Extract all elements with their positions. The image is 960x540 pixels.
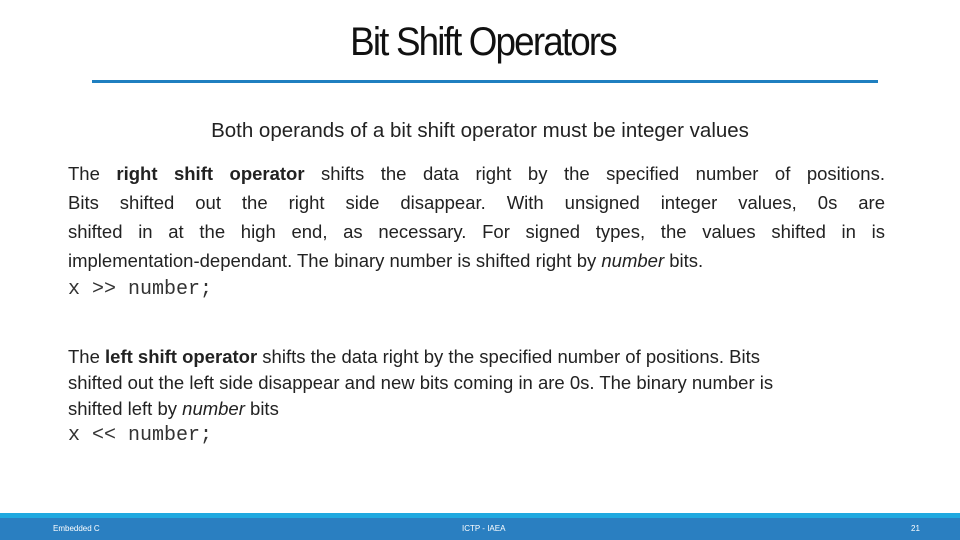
code-right-shift: x >> number; bbox=[68, 278, 213, 301]
text: implementation-dependant. The binary num… bbox=[68, 250, 602, 271]
footer-course: Embedded C bbox=[53, 524, 100, 533]
text: shifts the data right by the specified n… bbox=[304, 163, 885, 184]
left-shift-term: left shift operator bbox=[105, 346, 258, 367]
left-shift-paragraph: The left shift operator shifts the data … bbox=[68, 344, 918, 450]
footer: Embedded C ICTP - IAEA 21 bbox=[0, 518, 960, 540]
text: bits bbox=[244, 398, 279, 419]
code-left-shift: x << number; bbox=[68, 424, 213, 447]
right-shift-paragraph: The right shift operator shifts the data… bbox=[68, 159, 885, 304]
text: The bbox=[68, 346, 106, 367]
slide-subtitle: Both operands of a bit shift operator mu… bbox=[211, 119, 749, 142]
text-line: Bits shifted out the right side disappea… bbox=[68, 192, 885, 213]
text: bits. bbox=[664, 250, 704, 271]
page-number: 21 bbox=[911, 524, 920, 533]
right-shift-term: right shift operator bbox=[116, 163, 305, 184]
italic-term: number bbox=[601, 250, 665, 271]
text: shifts the data right by the specified n… bbox=[257, 346, 761, 367]
slide-title: Bit Shift Operators bbox=[350, 20, 618, 64]
footer-org: ICTP - IAEA bbox=[462, 524, 506, 533]
italic-term: number bbox=[182, 398, 245, 419]
text: shifted left by bbox=[68, 398, 183, 419]
text-line: shifted in at the high end, as necessary… bbox=[68, 221, 885, 242]
text-line: shifted out the left side disappear and … bbox=[68, 372, 774, 393]
title-divider bbox=[92, 80, 878, 83]
text: The bbox=[68, 163, 117, 184]
